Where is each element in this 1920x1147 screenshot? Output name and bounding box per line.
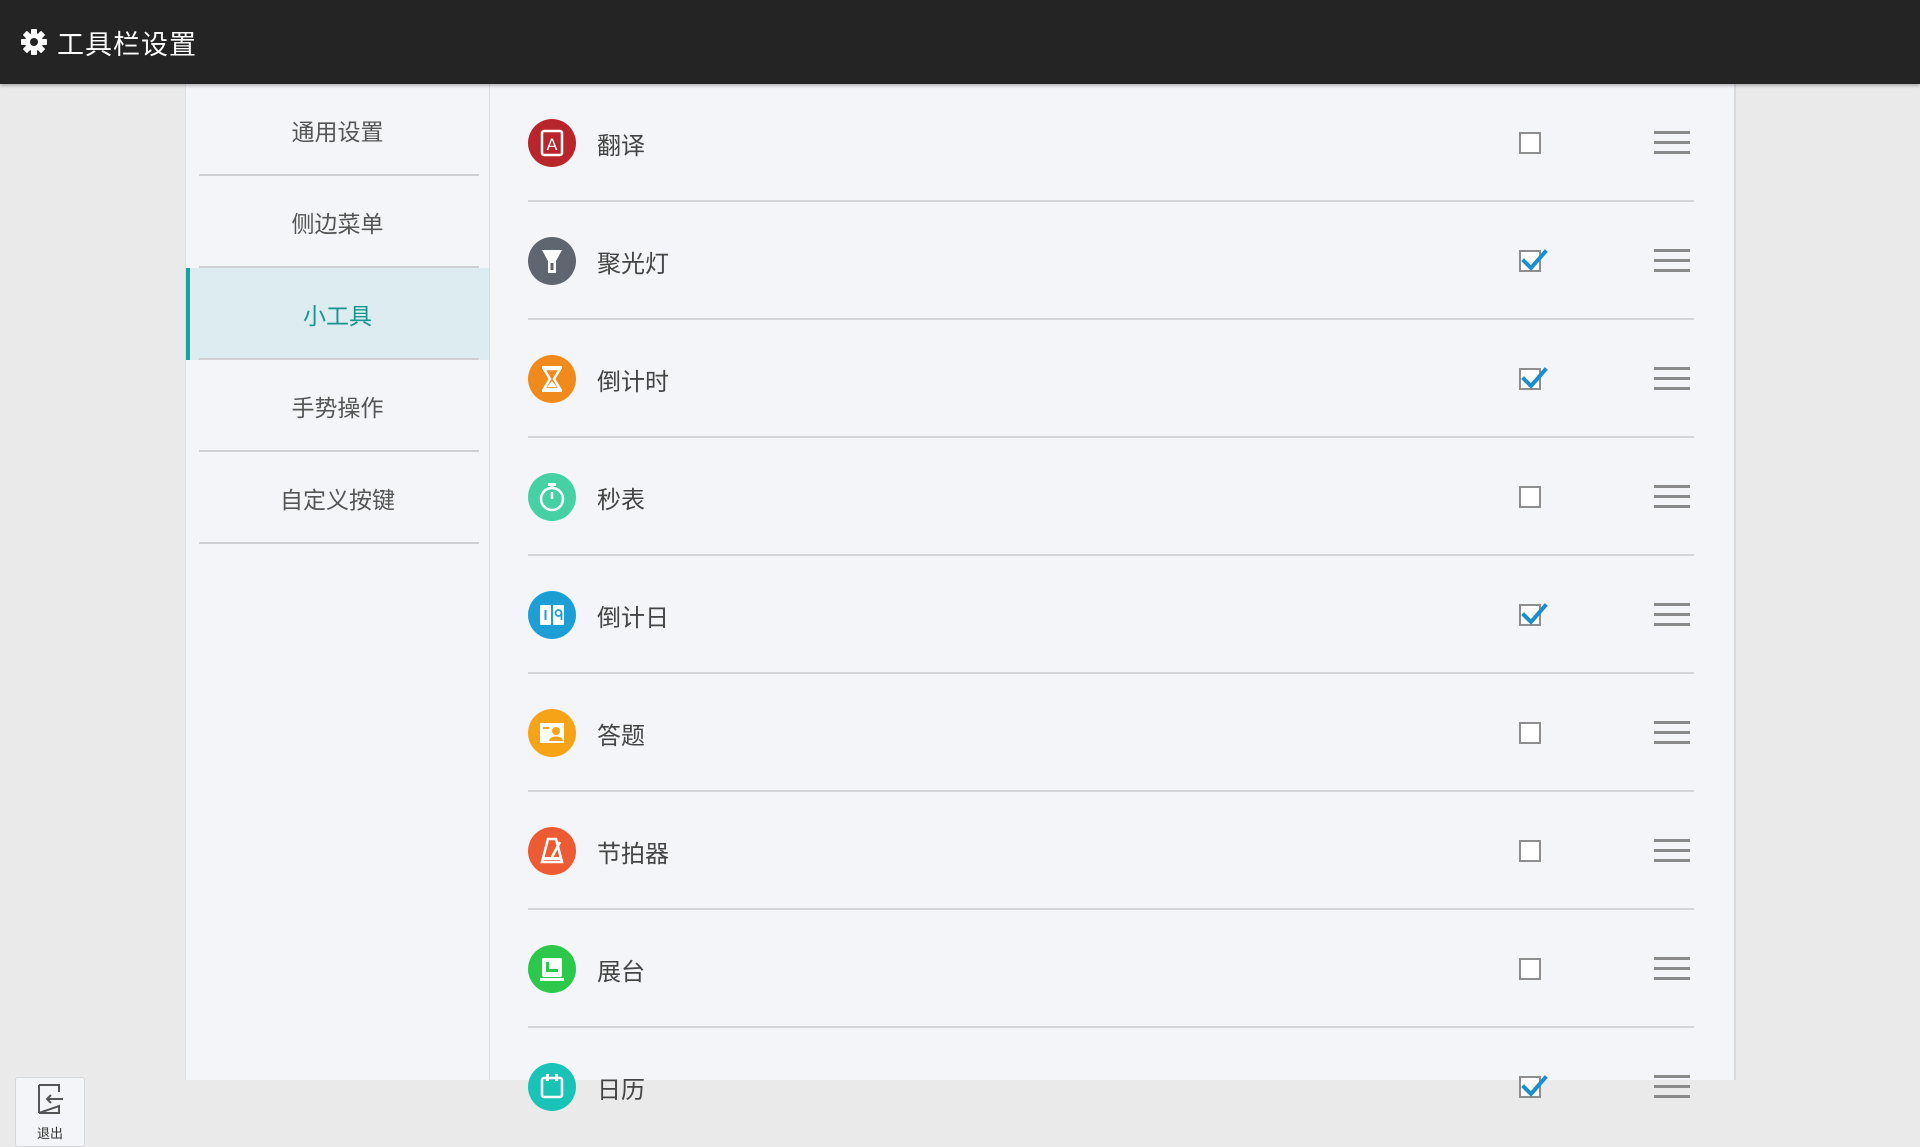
sidebar-item-side-menu[interactable]: 侧边菜单 xyxy=(186,176,489,268)
drag-handle-icon[interactable] xyxy=(1654,957,1690,981)
enable-checkbox[interactable] xyxy=(1519,486,1541,508)
tool-label: 日历 xyxy=(597,1075,645,1104)
list-item-stopwatch: 秒表 xyxy=(490,438,1734,556)
list-item-quiz: 答题 xyxy=(490,674,1734,792)
sidebar-item-general[interactable]: 通用设置 xyxy=(186,84,489,176)
quiz-icon xyxy=(528,709,576,757)
enable-checkbox[interactable] xyxy=(1519,132,1541,154)
tool-label: 秒表 xyxy=(597,485,645,514)
tool-label: 展台 xyxy=(597,957,645,986)
drag-handle-icon[interactable] xyxy=(1654,367,1690,391)
sidebar-item-gestures[interactable]: 手势操作 xyxy=(186,360,489,452)
document-camera-icon xyxy=(528,945,576,993)
calendar-countdown-icon xyxy=(528,591,576,639)
enable-checkbox[interactable] xyxy=(1519,722,1541,744)
drag-handle-icon[interactable] xyxy=(1654,249,1690,273)
tool-label: 聚光灯 xyxy=(597,249,669,278)
svg-text:A: A xyxy=(547,135,558,154)
drag-handle-icon[interactable] xyxy=(1654,1075,1690,1099)
drag-handle-icon[interactable] xyxy=(1654,721,1690,745)
tool-label: 倒计日 xyxy=(597,603,669,632)
enable-checkbox[interactable] xyxy=(1519,840,1541,862)
list-item-day-countdown: 倒计日 xyxy=(490,556,1734,674)
stopwatch-icon xyxy=(528,473,576,521)
translate-icon: A xyxy=(528,119,576,167)
metronome-icon xyxy=(528,827,576,875)
title-bar: 工具栏设置 xyxy=(0,0,1920,84)
exit-button[interactable]: 退出 xyxy=(15,1077,85,1147)
widget-list: A 翻译 聚光灯 倒计时 秒表 倒计日 答题 节拍器 展台 日历 xyxy=(490,84,1736,1111)
enable-checkbox[interactable] xyxy=(1519,1075,1548,1098)
window-title: 工具栏设置 xyxy=(57,29,197,61)
hourglass-icon xyxy=(528,355,576,403)
sidebar-item-label: 侧边菜单 xyxy=(291,212,384,238)
tool-label: 节拍器 xyxy=(597,839,669,868)
list-item-translate: A 翻译 xyxy=(490,84,1734,202)
enable-checkbox[interactable] xyxy=(1519,367,1548,390)
settings-sidebar: 通用设置 侧边菜单 小工具 手势操作 自定义按键 xyxy=(185,84,491,1080)
sidebar-item-custom-keys[interactable]: 自定义按键 xyxy=(186,452,489,544)
gear-icon xyxy=(19,27,49,57)
active-indicator xyxy=(186,268,190,360)
tool-label: 倒计时 xyxy=(597,367,669,396)
sidebar-item-label: 通用设置 xyxy=(291,120,384,146)
list-item-countdown: 倒计时 xyxy=(490,320,1734,438)
main-area: 通用设置 侧边菜单 小工具 手势操作 自定义按键 A 翻译 聚光灯 倒计时 秒表… xyxy=(0,84,1920,1147)
sidebar-item-label: 自定义按键 xyxy=(280,488,395,514)
exit-icon xyxy=(35,1083,65,1119)
enable-checkbox[interactable] xyxy=(1519,603,1548,626)
divider xyxy=(199,542,479,544)
list-item-calendar: 日历 xyxy=(490,1028,1734,1146)
exit-label: 退出 xyxy=(36,1126,63,1142)
calendar-icon xyxy=(528,1063,576,1111)
tool-label: 翻译 xyxy=(597,131,645,160)
enable-checkbox[interactable] xyxy=(1519,249,1548,272)
tool-label: 答题 xyxy=(597,721,645,750)
drag-handle-icon[interactable] xyxy=(1654,131,1690,155)
enable-checkbox[interactable] xyxy=(1519,958,1541,980)
sidebar-item-widgets[interactable]: 小工具 xyxy=(186,268,489,360)
drag-handle-icon[interactable] xyxy=(1654,485,1690,509)
sidebar-item-label: 手势操作 xyxy=(291,396,384,422)
sidebar-item-label: 小工具 xyxy=(303,304,372,330)
spotlight-icon xyxy=(528,237,576,285)
drag-handle-icon[interactable] xyxy=(1654,839,1690,863)
list-item-spotlight: 聚光灯 xyxy=(490,202,1734,320)
list-item-metronome: 节拍器 xyxy=(490,792,1734,910)
list-item-document-camera: 展台 xyxy=(490,910,1734,1028)
drag-handle-icon[interactable] xyxy=(1654,603,1690,627)
